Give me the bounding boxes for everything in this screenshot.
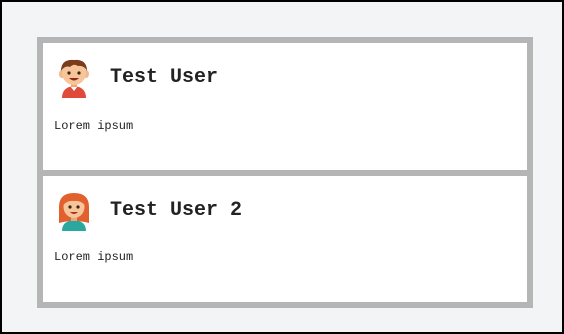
- app-window: Test User Lorem ipsum Test User 2 Lorem …: [0, 0, 564, 334]
- user-card[interactable]: Test User 2 Lorem ipsum: [43, 176, 527, 302]
- user-name: Test User 2: [110, 199, 243, 222]
- user-card[interactable]: Test User Lorem ipsum: [43, 43, 527, 170]
- boy-avatar-icon: [56, 58, 92, 98]
- user-card-header: Test User: [56, 56, 527, 100]
- user-bio: Lorem ipsum: [54, 119, 134, 133]
- user-card-header: Test User 2: [56, 189, 527, 233]
- user-list: Test User Lorem ipsum Test User 2 Lorem …: [37, 37, 533, 308]
- user-name: Test User: [110, 66, 219, 89]
- girl-avatar-icon: [56, 191, 92, 231]
- user-bio: Lorem ipsum: [54, 250, 134, 264]
